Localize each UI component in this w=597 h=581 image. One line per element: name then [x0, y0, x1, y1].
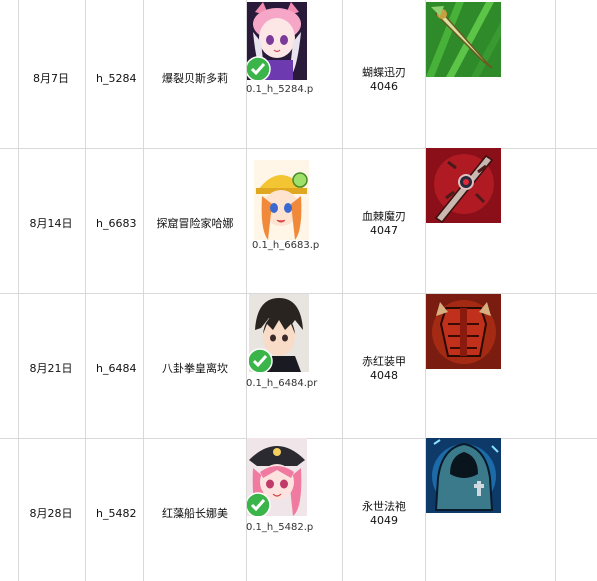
file-name: 0.1_h_5284.p	[246, 84, 314, 95]
pirate-captain-girl-portrait[interactable]	[247, 438, 307, 516]
weapon-id-cell: 4049	[370, 514, 398, 527]
check-icon	[249, 348, 273, 372]
grid-line	[18, 0, 19, 581]
grid-line	[85, 0, 86, 581]
weapon-name-cell: 蝴蝶迅刃	[362, 66, 406, 79]
weapon-id-cell: 4048	[370, 369, 398, 382]
red-thorn-blade-icon[interactable]	[426, 148, 501, 223]
code-cell: h_5284	[96, 72, 137, 85]
code-cell: h_6683	[96, 217, 137, 230]
hero-name-cell: 爆裂贝斯多莉	[162, 72, 228, 85]
dark-hair-boy-portrait[interactable]	[249, 294, 309, 372]
weapon-name-cell: 永世法袍	[362, 500, 406, 513]
date-cell: 8月21日	[29, 362, 73, 375]
weapon-id-cell: 4046	[370, 80, 398, 93]
code-cell: h_5482	[96, 507, 137, 520]
date-cell: 8月28日	[29, 507, 73, 520]
grid-line	[555, 0, 556, 581]
helmet-explorer-girl-portrait[interactable]	[254, 160, 309, 240]
hero-name-cell: 八卦拳皇离坎	[162, 362, 228, 375]
code-cell: h_6484	[96, 362, 137, 375]
hero-name-cell: 探窟冒险家哈娜	[156, 217, 234, 230]
grid-line	[143, 0, 144, 581]
check-icon	[247, 492, 271, 516]
pink-cat-girl-portrait[interactable]	[247, 2, 307, 80]
file-name: 0.1_h_5482.p	[246, 522, 314, 533]
date-cell: 8月7日	[33, 72, 69, 85]
weapon-name-cell: 赤红装甲	[362, 355, 406, 368]
check-icon	[247, 56, 271, 80]
hero-name-cell: 红藻船长娜美	[162, 507, 228, 520]
file-name: 0.1_h_6484.pr	[246, 378, 318, 389]
red-armor-icon[interactable]	[426, 294, 501, 369]
grid-line	[0, 148, 597, 149]
file-name: 0.1_h_6683.p	[252, 240, 320, 251]
hooded-robe-icon[interactable]	[426, 438, 501, 513]
weapon-id-cell: 4047	[370, 224, 398, 237]
grid-line	[342, 0, 343, 581]
weapon-name-cell: 血棘魔刃	[362, 210, 406, 223]
green-dagger-icon[interactable]	[426, 2, 501, 77]
date-cell: 8月14日	[29, 217, 73, 230]
